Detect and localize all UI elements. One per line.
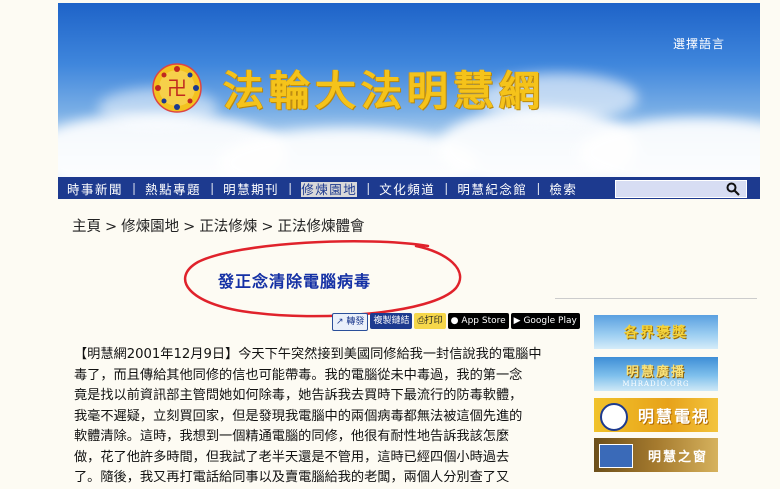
nav-separator: | <box>536 181 541 195</box>
article-body: 【明慧網2001年12月9日】今天下午突然接到美國同修給我一封信說我的電腦中 毒了… <box>74 345 544 489</box>
share-bar: ↗ 轉發 複製鏈結 ⎙打印 ● App Store ▶ Google Play <box>332 313 580 331</box>
falun-emblem-icon: 卍 <box>152 63 202 113</box>
article-text-line: 【明慧網2001年12月9日】今天下午突然接到美國同修給我一封信說我的電腦中 <box>74 347 542 362</box>
nav-item-1[interactable]: 熱點專題 <box>136 179 210 198</box>
article-text-line: 我毫不遲疑，立刻買回家，但是發現我電腦中的兩個病毒都無法被這個先進的 <box>74 408 523 424</box>
print-button[interactable]: ⎙打印 <box>414 313 446 329</box>
nav-item-5[interactable]: 明慧紀念館 <box>448 179 536 198</box>
nav-separator: | <box>366 181 371 195</box>
copy-link-button[interactable]: 複製鏈結 <box>370 313 413 329</box>
article-text-line: 竟是找以前資訊部主管問她如何除毒，她告訴我去買時下最流行的防毒軟體， <box>74 388 523 403</box>
nav-separator: | <box>210 181 215 195</box>
share-icon: ↗ <box>336 317 344 327</box>
header-banner: 卍 法輪大法明慧網 選擇語言 <box>58 3 760 177</box>
nav-item-3[interactable]: 修煉園地 <box>292 179 366 198</box>
breadcrumb-link[interactable]: 正法修煉體會 <box>277 219 364 235</box>
article-text-line: 軟體清除。這時，我想到一個精通電腦的同修，他很有耐性地告訴我該怎麼 <box>74 429 510 444</box>
nav-item-0[interactable]: 時事新聞 <box>58 179 132 198</box>
sidebar-divider <box>555 298 757 299</box>
share-forward-button[interactable]: ↗ 轉發 <box>332 313 369 331</box>
app-store-button[interactable]: ● App Store <box>447 313 509 329</box>
play-icon: ▶ <box>513 316 521 326</box>
google-play-button[interactable]: ▶ Google Play <box>510 313 580 329</box>
search-box <box>615 180 747 198</box>
window-logo-icon <box>599 444 633 468</box>
sidebar-banner-praise[interactable]: 各界褒獎 <box>594 315 718 349</box>
article-title: 發正念清除電腦病毒 <box>218 272 372 291</box>
nav-separator: | <box>288 181 293 195</box>
breadcrumb-link[interactable]: 正法修煉 <box>199 219 257 235</box>
tv-logo-icon <box>600 403 628 431</box>
breadcrumb-separator: > <box>183 219 196 235</box>
article-text-line: 毒了，而且傳給其他同修的信也可能帶毒。我的電腦從未中毒過，我的第一念 <box>74 367 523 383</box>
site-title[interactable]: 法輪大法明慧網 <box>223 57 545 117</box>
nav-separator: | <box>444 181 449 195</box>
breadcrumb-link[interactable]: 主頁 <box>72 219 101 235</box>
sidebar-banner-tv[interactable]: 明慧電視 <box>594 398 718 432</box>
nav-items: 時事新聞 | 熱點專題 | 明慧期刊 | 修煉園地 | 文化頻道 | 明慧紀念館 | 檢索 <box>58 177 586 199</box>
nav-separator: | <box>132 181 137 195</box>
breadcrumb: 主頁 > 修煉園地 > 正法修煉 > 正法修煉體會 <box>72 215 364 236</box>
article-text-line: 做，花了他許多時間，但我試了老半天還是不管用，這時已經四個小時過去 <box>74 449 510 465</box>
printer-icon: ⎙ <box>417 316 425 326</box>
breadcrumb-separator: > <box>105 219 118 235</box>
article-text-line: 了。隨後，我又再打電話給同事以及賣電腦給我的老闆，兩個人分別查了又 <box>74 470 510 485</box>
main-navbar: 時事新聞 | 熱點專題 | 明慧期刊 | 修煉園地 | 文化頻道 | 明慧紀念館 | 檢索 <box>58 177 760 199</box>
nav-item-4[interactable]: 文化頻道 <box>370 179 444 198</box>
sidebar-banner-window[interactable]: 明慧之窗 <box>594 438 718 472</box>
sidebar-banner-radio[interactable]: 明慧廣播 MHRADIO.ORG <box>594 357 718 391</box>
breadcrumb-separator: > <box>261 219 274 235</box>
language-select-link[interactable]: 選擇語言 <box>673 35 725 52</box>
search-input[interactable] <box>616 181 716 197</box>
search-icon[interactable] <box>726 182 740 196</box>
apple-icon: ● <box>450 316 459 326</box>
nav-item-6[interactable]: 檢索 <box>540 179 586 198</box>
page-wrapper: 卍 法輪大法明慧網 選擇語言 時事新聞 | 熱點專題 | 明慧期刊 | 修煉園地 | 文化頻道 |… <box>58 0 760 485</box>
breadcrumb-link[interactable]: 修煉園地 <box>121 219 179 235</box>
svg-text:卍: 卍 <box>167 76 187 100</box>
nav-item-2[interactable]: 明慧期刊 <box>214 179 288 198</box>
